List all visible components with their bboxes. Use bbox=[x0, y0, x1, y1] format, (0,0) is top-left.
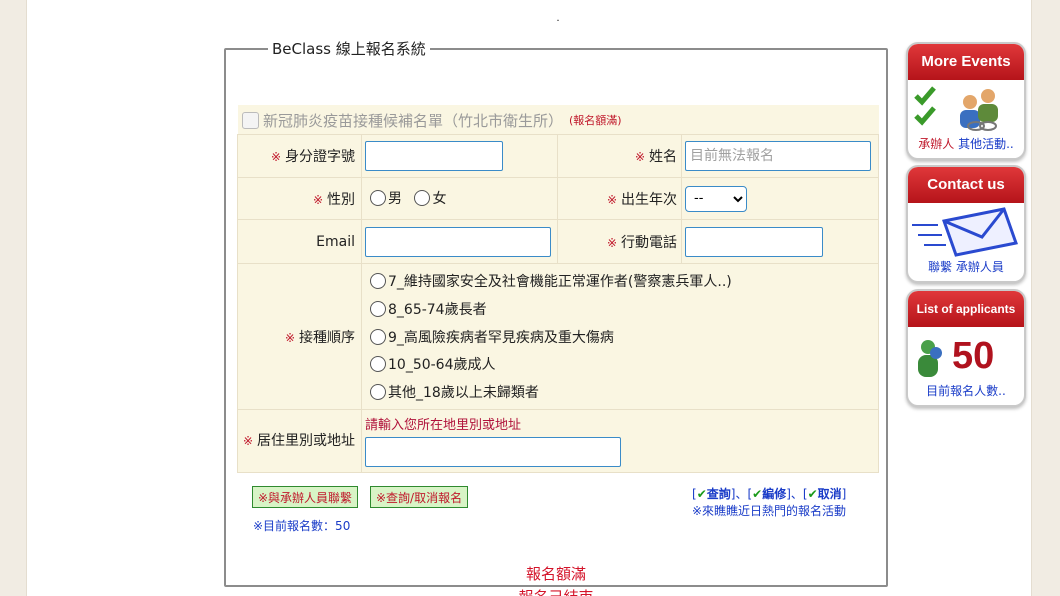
order-option-8[interactable]: 8_65-74歲長者 bbox=[370, 295, 870, 323]
gender-label: 性別 bbox=[327, 191, 355, 208]
order-option-9[interactable]: 9_高風險疾病者罕見疾病及重大傷病 bbox=[370, 323, 870, 351]
address-input[interactable] bbox=[365, 437, 621, 467]
order-options: 7_維持國家安全及社會機能正常運作者(警察憲兵軍人..) 8_65-74歲長者 … bbox=[361, 263, 879, 410]
vaccine-label: 新冠肺炎疫苗接種候補名單（竹北市衛生所） bbox=[263, 111, 564, 130]
gender-label-cell: ※ 性別 bbox=[237, 177, 362, 220]
applicant-count: 50 bbox=[952, 335, 995, 377]
hot-events-link[interactable]: ※來瞧瞧近日熱門的報名活動 bbox=[692, 503, 846, 520]
male-radio[interactable] bbox=[370, 189, 386, 206]
phone-input[interactable] bbox=[685, 226, 823, 257]
gender-male-option[interactable]: 男 bbox=[370, 188, 402, 208]
order-option-10[interactable]: 10_50-64歲成人 bbox=[370, 350, 870, 378]
gender-female-option[interactable]: 女 bbox=[414, 188, 446, 208]
id-label: 身分證字號 bbox=[285, 149, 355, 165]
id-label-cell: ※ 身分證字號 bbox=[237, 134, 362, 178]
more-events-panel[interactable]: More Events 承辦人 其他活動.. bbox=[906, 42, 1026, 160]
phone-label-cell: ※ 行動電話 bbox=[557, 219, 682, 264]
check-icon: ✔ bbox=[807, 487, 818, 501]
name-input[interactable] bbox=[685, 141, 871, 171]
order-option-7[interactable]: 7_維持國家安全及社會機能正常運作者(警察憲兵軍人..) bbox=[370, 268, 870, 296]
address-hint: 請輸入您所在地里別或地址 bbox=[365, 418, 522, 433]
registration-count: ※目前報名數：50 bbox=[253, 519, 351, 533]
query-cancel-button[interactable]: ※查詢/取消報名 bbox=[370, 486, 469, 508]
full-badge: (報名額滿) bbox=[569, 114, 622, 127]
female-radio[interactable] bbox=[414, 189, 431, 206]
more-events-header: More Events bbox=[908, 44, 1024, 80]
contact-us-header: Contact us bbox=[908, 167, 1024, 203]
envelope-icon bbox=[912, 207, 1018, 257]
email-input[interactable] bbox=[365, 226, 551, 257]
check-icon: ✔ bbox=[752, 487, 763, 501]
contact-us-panel[interactable]: Contact us 聯繫 承辦人員 bbox=[906, 165, 1026, 283]
order-option-other[interactable]: 其他_18歲以上未歸類者 bbox=[370, 378, 870, 406]
contact-staff-label: 聯繫 承辦人員 bbox=[928, 260, 1004, 274]
name-label-cell: ※ 姓名 bbox=[557, 134, 682, 178]
birth-label-cell: ※ 出生年次 bbox=[557, 177, 682, 220]
birth-label: 出生年次 bbox=[621, 191, 677, 208]
edit-link[interactable]: 編修 bbox=[762, 487, 786, 501]
id-number-input[interactable] bbox=[365, 141, 503, 171]
separator-dot: ˙ bbox=[555, 18, 561, 32]
email-label: Email bbox=[316, 233, 355, 250]
applicants-header: List of applicants bbox=[908, 291, 1024, 327]
vaccine-checkbox[interactable] bbox=[242, 111, 259, 129]
user-icon bbox=[918, 340, 942, 377]
address-label: 居住里別或地址 bbox=[257, 433, 355, 449]
birth-year-select[interactable]: -- bbox=[685, 185, 747, 212]
people-checklist-icon bbox=[914, 86, 998, 131]
quick-links: [✔查詢]、[✔編修]、[✔取消] ※來瞧瞧近日熱門的報名活動 bbox=[692, 487, 847, 520]
address-label-cell: ※ 居住里別或地址 bbox=[237, 409, 362, 473]
ended-status: 報名己結束 bbox=[226, 586, 886, 596]
current-count-label: 目前報名人數.. bbox=[926, 384, 1006, 398]
email-label-cell: Email bbox=[237, 219, 362, 264]
query-link[interactable]: 查詢 bbox=[707, 487, 731, 501]
order-label-cell: ※ 接種順序 bbox=[237, 263, 362, 410]
name-label: 姓名 bbox=[649, 149, 677, 165]
check-icon: ✔ bbox=[696, 487, 707, 501]
applicants-panel[interactable]: List of applicants 50 目前報名人數.. bbox=[906, 289, 1026, 407]
full-status: 報名額滿 bbox=[525, 565, 586, 583]
form-legend: BeClass 線上報名系統 bbox=[272, 40, 426, 58]
phone-label: 行動電話 bbox=[621, 234, 677, 251]
cancel-link[interactable]: 取消 bbox=[818, 487, 842, 501]
order-label: 接種順序 bbox=[299, 329, 355, 346]
form-table: ※身分證字號 ※姓名 ※性別 男 女 bbox=[237, 134, 879, 473]
more-events-footer: 承辦人 其他活動.. bbox=[918, 137, 1014, 151]
page: ˙ BeClass 線上報名系統 新冠肺炎疫苗接種候補名單（竹北市衛生所） (報… bbox=[26, 0, 1032, 596]
registration-form: BeClass 線上報名系統 新冠肺炎疫苗接種候補名單（竹北市衛生所） (報名額… bbox=[224, 38, 888, 596]
contact-organizer-button[interactable]: ※與承辦人員聯繫 bbox=[252, 486, 359, 508]
vaccine-option-row: 新冠肺炎疫苗接種候補名單（竹北市衛生所） (報名額滿) bbox=[238, 105, 879, 135]
